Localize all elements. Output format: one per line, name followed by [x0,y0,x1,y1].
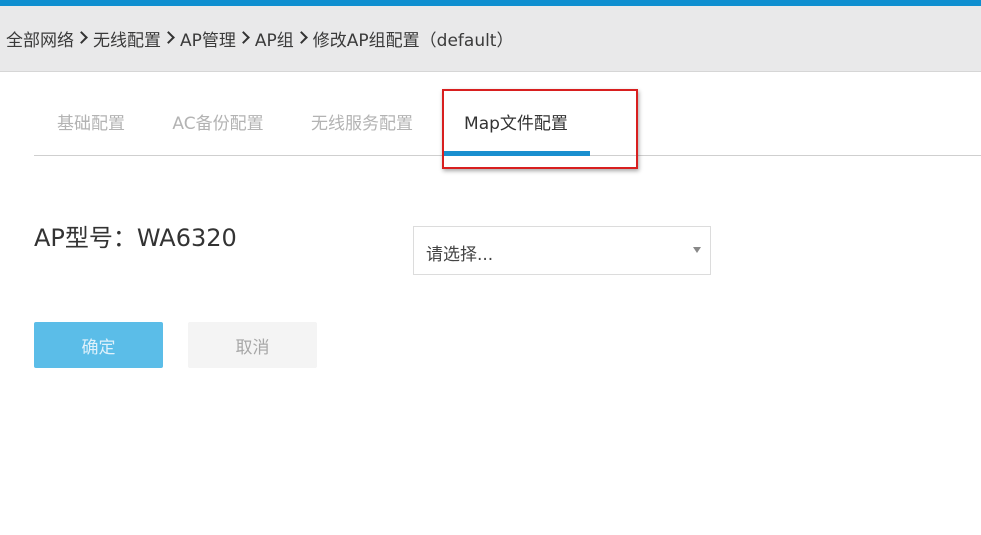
breadcrumb-item-ap-group[interactable]: AP组 [255,26,294,51]
chevron-right-icon [237,31,250,44]
tab-basic-config[interactable]: 基础配置 [50,88,132,155]
tab-ac-backup-config[interactable]: AC备份配置 [166,88,270,155]
chevron-right-icon [294,31,308,44]
cancel-button[interactable]: 取消 [188,322,317,368]
map-file-select[interactable]: 请选择... [413,226,711,275]
breadcrumb-item-ap-management[interactable]: AP管理 [180,26,236,51]
tab-bar: 基础配置 AC备份配置 无线服务配置 Map文件配置 [34,88,981,156]
ap-model-label: AP型号：WA6320 [34,224,237,252]
breadcrumb: 全部网络 无线配置 AP管理 AP组 修改AP组配置（default） [0,6,981,72]
breadcrumb-item-all-networks[interactable]: 全部网络 [6,26,74,51]
tab-map-file-config[interactable]: Map文件配置 [442,88,590,156]
select-placeholder: 请选择... [426,245,494,265]
breadcrumb-item-wireless-config[interactable]: 无线配置 [93,26,161,51]
chevron-right-icon [162,31,175,44]
chevron-right-icon [75,31,88,44]
page: 全部网络 无线配置 AP管理 AP组 修改AP组配置（default） 基础配置… [0,0,981,535]
caret-down-icon [693,247,701,253]
breadcrumb-item-current: 修改AP组配置（default） [312,31,514,51]
tab-wireless-service-config[interactable]: 无线服务配置 [302,88,422,155]
confirm-button[interactable]: 确定 [34,322,163,368]
